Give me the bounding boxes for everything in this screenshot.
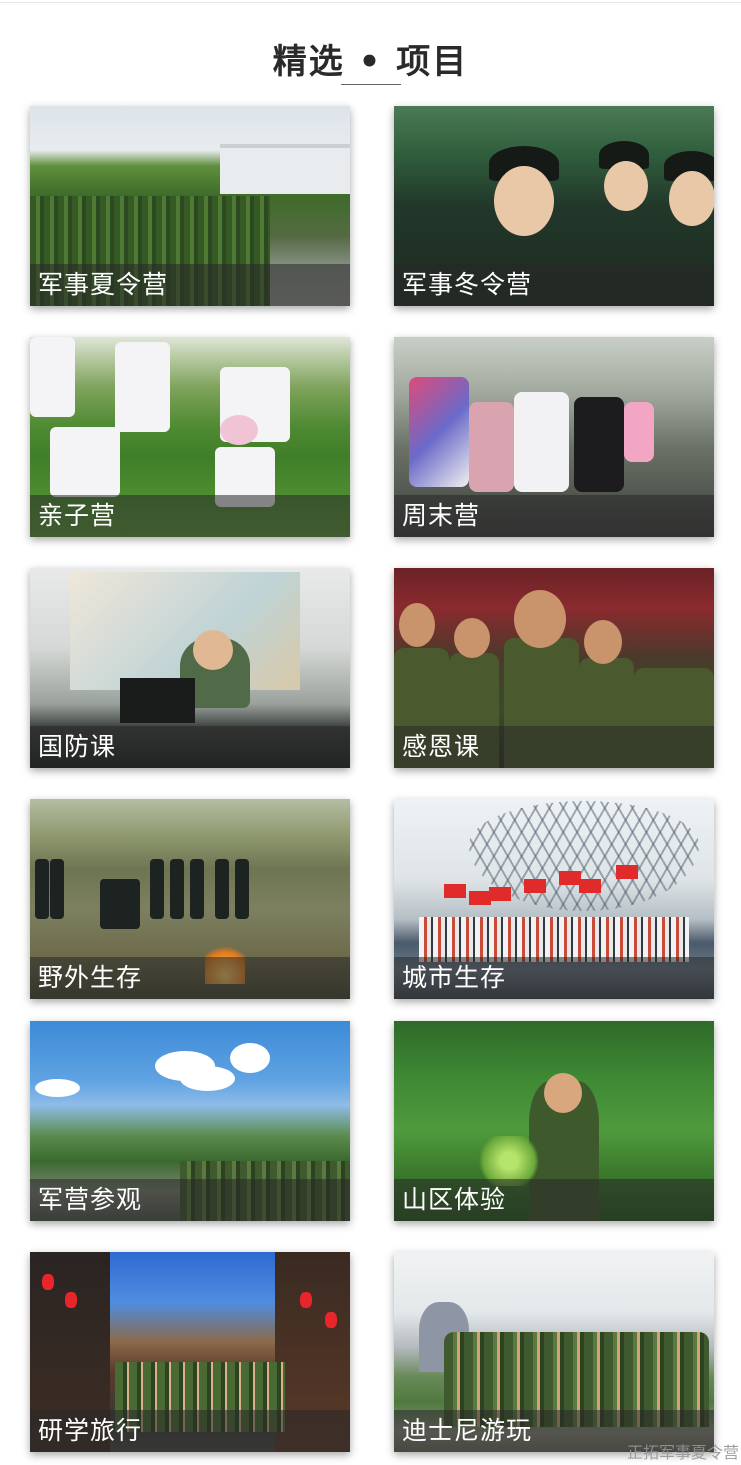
project-card-study-tour[interactable]: 研学旅行 [30, 1252, 350, 1452]
project-card-label: 山区体验 [394, 1179, 714, 1221]
project-card-weekend-camp[interactable]: 周末营 [394, 337, 714, 537]
project-card-city-survival[interactable]: 城市生存 [394, 799, 714, 999]
title-underline [341, 84, 401, 85]
watermark: 正拓军事夏令营 [626, 1443, 739, 1462]
project-card-mountain-experience[interactable]: 山区体验 [394, 1021, 714, 1221]
project-card-label: 亲子营 [30, 495, 350, 537]
page: 精选 • 项目 军事夏令营 军事冬令营 亲子营 周末营 国防课 感恩课 野外生存… [0, 0, 741, 1465]
project-card-label: 国防课 [30, 726, 350, 768]
project-card-label: 军事夏令营 [30, 264, 350, 306]
project-card-label: 军事冬令营 [394, 264, 714, 306]
top-divider [0, 2, 741, 3]
project-card-summer-camp[interactable]: 军事夏令营 [30, 106, 350, 306]
project-card-label: 周末营 [394, 495, 714, 537]
project-card-label: 野外生存 [30, 957, 350, 999]
project-card-wild-survival[interactable]: 野外生存 [30, 799, 350, 999]
section-title: 精选 • 项目 [272, 42, 469, 82]
project-card-label: 感恩课 [394, 726, 714, 768]
project-card-winter-camp[interactable]: 军事冬令营 [394, 106, 714, 306]
project-card-family-camp[interactable]: 亲子营 [30, 337, 350, 537]
project-card-label: 军营参观 [30, 1179, 350, 1221]
project-card-label: 研学旅行 [30, 1410, 350, 1452]
project-card-disney-trip[interactable]: 迪士尼游玩 [394, 1252, 714, 1452]
project-card-defense-class[interactable]: 国防课 [30, 568, 350, 768]
project-card-label: 城市生存 [394, 957, 714, 999]
project-card-gratitude-class[interactable]: 感恩课 [394, 568, 714, 768]
project-card-barracks-visit[interactable]: 军营参观 [30, 1021, 350, 1221]
